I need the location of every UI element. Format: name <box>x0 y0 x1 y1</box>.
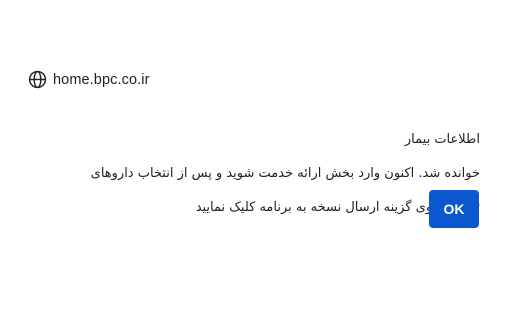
alert-dialog: home.bpc.co.ir اطلاعات بیمار خوانده شد. … <box>0 0 512 320</box>
origin-domain: home.bpc.co.ir <box>53 71 150 88</box>
globe-icon <box>28 70 47 89</box>
message-line: تحویلی روی گزینه ارسال نسخه به برنامه کل… <box>195 200 480 215</box>
message-line: خوانده شد. اکنون وارد بخش ارائه خدمت شوی… <box>90 166 480 181</box>
ok-button[interactable]: OK <box>429 190 479 228</box>
dialog-message: اطلاعات بیمار خوانده شد. اکنون وارد بخش … <box>20 114 480 233</box>
message-line: اطلاعات بیمار <box>404 132 480 147</box>
dialog-origin: home.bpc.co.ir <box>28 70 150 89</box>
